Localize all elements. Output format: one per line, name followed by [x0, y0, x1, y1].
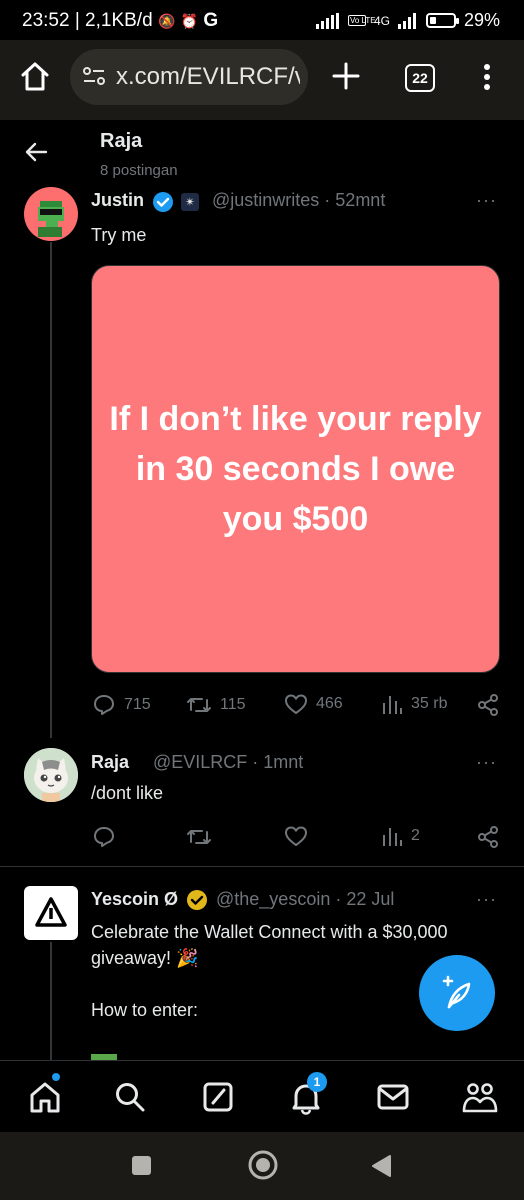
- signal-icon: [315, 12, 339, 29]
- views-icon: [383, 696, 402, 714]
- volte-badge: Vo LTE: [347, 15, 376, 26]
- views-button[interactable]: 2: [381, 825, 420, 847]
- status-indicators: Vo LTE 4G 29%: [315, 10, 500, 31]
- heart-icon: [285, 826, 307, 846]
- messages-nav-icon[interactable]: [377, 1083, 409, 1111]
- more-options-icon[interactable]: ···: [476, 752, 497, 773]
- like-button[interactable]: [284, 825, 308, 847]
- views-count: 35 rb: [411, 695, 448, 712]
- post-divider: [0, 866, 524, 867]
- heart-icon: [285, 694, 307, 714]
- back-triangle-icon[interactable]: [370, 1154, 392, 1178]
- status-time-text: 23:52 | 2,1KB/d: [22, 10, 153, 31]
- post-text-line: giveaway! 🎉: [91, 948, 199, 968]
- like-button[interactable]: 466: [284, 693, 343, 715]
- compose-feather-icon: [442, 975, 471, 1009]
- alarm-icon: ⏰: [180, 13, 199, 29]
- avatar[interactable]: [24, 187, 78, 241]
- share-icon[interactable]: [476, 693, 500, 717]
- reply-button[interactable]: [92, 825, 116, 849]
- back-arrow-icon[interactable]: [22, 138, 50, 166]
- pixel-avatar-image: [38, 201, 64, 237]
- notifications-badge: 1: [307, 1072, 327, 1092]
- post-text: Celebrate the Wallet Connect with a $30,…: [91, 919, 448, 1023]
- recents-icon[interactable]: [132, 1156, 151, 1175]
- reply-icon: [94, 827, 114, 847]
- bottom-navigation: [0, 1060, 524, 1133]
- mute-icon: 🔕: [157, 13, 176, 29]
- verified-badge-icon: [153, 192, 173, 212]
- post-text: Try me: [91, 225, 147, 245]
- media-caption: If I don’t like your reply in 30 seconds…: [109, 400, 482, 538]
- cat-avatar-image: [24, 748, 78, 802]
- post-count: 8 postingan: [100, 162, 178, 179]
- author-name[interactable]: Yescoin Ø: [91, 889, 178, 910]
- affiliate-badge-icon: ✴: [181, 193, 199, 211]
- share-icon[interactable]: [476, 825, 500, 849]
- author-handle[interactable]: @justinwrites · 52mnt: [212, 190, 385, 211]
- repost-count: 115: [220, 696, 246, 713]
- views-button[interactable]: 35 rb: [381, 693, 447, 715]
- repost-icon: [187, 830, 211, 844]
- signal-icon-2: [397, 12, 416, 29]
- compose-button[interactable]: [419, 955, 495, 1031]
- like-count: 466: [316, 695, 343, 712]
- page-title: Raja: [100, 130, 143, 152]
- home-unread-dot: [52, 1073, 60, 1081]
- repost-button[interactable]: [186, 825, 212, 849]
- g-icon: G: [203, 10, 219, 31]
- yescoin-logo-icon: [35, 897, 67, 927]
- post-text: /dont like: [91, 783, 164, 803]
- post-text-line: How to enter:: [91, 1000, 199, 1020]
- post-text-line: Celebrate the Wallet Connect with a $30,…: [91, 922, 448, 942]
- author-handle[interactable]: @the_yescoin · 22 Jul: [216, 889, 394, 910]
- reply-button[interactable]: 715: [92, 693, 151, 717]
- more-options-icon[interactable]: ···: [476, 889, 497, 910]
- views-icon: [383, 828, 402, 846]
- grok-nav-icon[interactable]: [202, 1081, 234, 1113]
- author-name[interactable]: Justin: [91, 190, 144, 211]
- home-circle-icon[interactable]: [247, 1149, 279, 1181]
- new-tab-icon[interactable]: [332, 62, 360, 90]
- author-handle[interactable]: @EVILRCF · 1mnt: [153, 752, 303, 773]
- url-text[interactable]: x.com/EVILRCF/v: [116, 63, 300, 91]
- reply-icon: [94, 695, 114, 715]
- avatar[interactable]: [24, 748, 78, 802]
- views-count: 2: [411, 827, 420, 844]
- repost-icon: [187, 698, 211, 712]
- status-time: 23:52 | 2,1KB/d 🔕 ⏰ G: [22, 10, 218, 32]
- site-settings-icon[interactable]: [82, 66, 106, 86]
- battery-percent: 29%: [463, 10, 500, 30]
- repost-button[interactable]: 115: [186, 693, 246, 717]
- post-media[interactable]: If I don’t like your reply in 30 seconds…: [91, 265, 500, 673]
- battery-icon: [425, 13, 459, 28]
- network-type: 4G: [373, 13, 390, 28]
- home-nav-icon[interactable]: [28, 1080, 62, 1114]
- avatar[interactable]: [24, 886, 78, 940]
- search-nav-icon[interactable]: [114, 1081, 146, 1113]
- author-name[interactable]: Raja: [91, 752, 129, 773]
- reply-count: 715: [124, 696, 151, 713]
- verified-gold-badge-icon: [187, 890, 207, 910]
- more-options-icon[interactable]: ···: [476, 190, 497, 211]
- battery-fill: [429, 17, 436, 24]
- communities-nav-icon[interactable]: [462, 1080, 498, 1114]
- menu-dots-icon[interactable]: [482, 63, 492, 91]
- tab-switcher-button[interactable]: 22: [405, 64, 435, 92]
- home-icon[interactable]: [20, 60, 50, 92]
- thread-line: [50, 242, 52, 738]
- thread-line: [50, 942, 52, 1060]
